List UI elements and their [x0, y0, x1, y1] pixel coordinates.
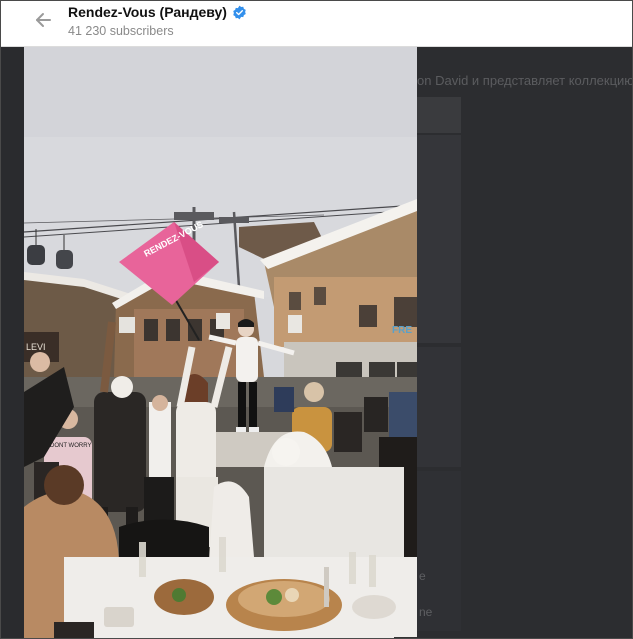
background-thumbnail: [417, 97, 461, 133]
media-photo[interactable]: FRE LEVI RENDEZ-VOUS DONT WORRY: [24, 47, 417, 639]
background-thumbnail: [417, 347, 461, 467]
shirt-text: DONT WORRY: [50, 443, 91, 449]
channel-name: Rendez-Vous (Рандеву): [68, 4, 227, 20]
arrow-left-icon: [34, 11, 52, 34]
channel-title-row[interactable]: Rendez-Vous (Рандеву): [68, 4, 247, 20]
building-sign: FRE: [392, 325, 412, 336]
background-message-text: on David и представляет коллекцию: [417, 73, 633, 88]
back-button[interactable]: [30, 9, 56, 35]
subscriber-count: 41 230 subscribers: [68, 24, 174, 38]
background-thumbnail: [417, 135, 461, 343]
background-fragment: ne: [419, 605, 433, 619]
store-sign: LEVI: [26, 342, 46, 352]
verified-badge-icon: [232, 5, 247, 20]
chat-left-strip: [0, 47, 24, 639]
chat-background-right: on David и представляет коллекцию e ne: [417, 47, 633, 639]
channel-header: Rendez-Vous (Рандеву) 41 230 subscribers: [0, 0, 633, 47]
background-fragment: e: [419, 569, 426, 583]
